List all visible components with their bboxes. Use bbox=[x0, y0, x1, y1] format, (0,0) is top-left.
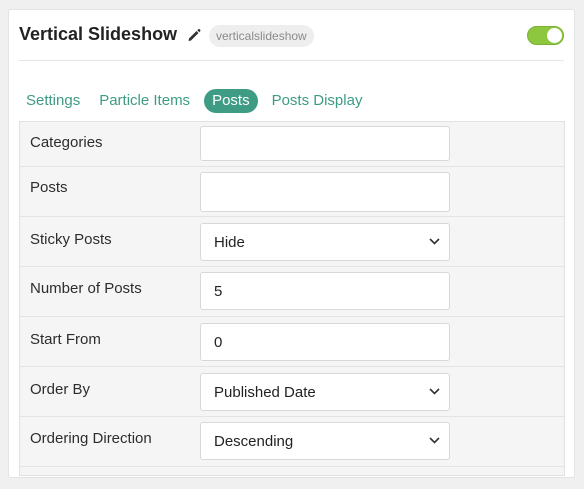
ordering-direction-select[interactable]: Descending bbox=[200, 422, 450, 460]
posts-input[interactable] bbox=[200, 172, 450, 212]
panel-title: Vertical Slideshow bbox=[19, 24, 178, 44]
row-categories: Categories bbox=[20, 122, 564, 167]
chevron-down-icon bbox=[429, 238, 440, 245]
tab-bar: Settings Particle Items Posts Posts Disp… bbox=[21, 89, 376, 113]
tab-posts[interactable]: Posts bbox=[204, 89, 258, 113]
row-posts: Posts bbox=[20, 167, 564, 217]
posts-label: Posts bbox=[30, 179, 68, 196]
row-number-of-posts: Number of Posts 5 bbox=[20, 267, 564, 317]
start-from-input[interactable]: 0 bbox=[200, 323, 450, 361]
posts-settings-form: Categories Posts Sticky Posts Hide Numbe… bbox=[19, 121, 565, 476]
tab-settings[interactable]: Settings bbox=[21, 89, 85, 113]
panel-header: Vertical Slideshow verticalslideshow bbox=[19, 10, 564, 61]
row-ordering-direction: Ordering Direction Descending bbox=[20, 417, 564, 467]
sticky-posts-value: Hide bbox=[214, 234, 245, 251]
tab-particle-items[interactable]: Particle Items bbox=[94, 89, 195, 113]
order-by-label: Order By bbox=[30, 381, 91, 398]
number-of-posts-label: Number of Posts bbox=[30, 280, 142, 297]
tab-posts-display[interactable]: Posts Display bbox=[267, 89, 368, 113]
toggle-knob bbox=[547, 28, 562, 43]
sticky-posts-select[interactable]: Hide bbox=[200, 223, 450, 261]
number-of-posts-input[interactable]: 5 bbox=[200, 272, 450, 310]
chevron-down-icon bbox=[429, 388, 440, 395]
ordering-direction-value: Descending bbox=[214, 433, 294, 450]
row-start-from: Start From 0 bbox=[20, 317, 564, 367]
slug-badge: verticalslideshow bbox=[209, 25, 314, 47]
pencil-icon[interactable] bbox=[187, 28, 201, 42]
ordering-direction-label: Ordering Direction bbox=[30, 430, 152, 447]
order-by-value: Published Date bbox=[214, 384, 316, 401]
sticky-posts-label: Sticky Posts bbox=[30, 231, 112, 248]
enabled-toggle[interactable] bbox=[527, 26, 564, 45]
categories-label: Categories bbox=[30, 134, 103, 151]
categories-input[interactable] bbox=[200, 126, 450, 161]
order-by-select[interactable]: Published Date bbox=[200, 373, 450, 411]
row-order-by: Order By Published Date bbox=[20, 367, 564, 417]
row-sticky-posts: Sticky Posts Hide bbox=[20, 217, 564, 267]
particle-panel: Vertical Slideshow verticalslideshow Set… bbox=[8, 9, 575, 478]
start-from-label: Start From bbox=[30, 331, 101, 348]
chevron-down-icon bbox=[429, 437, 440, 444]
